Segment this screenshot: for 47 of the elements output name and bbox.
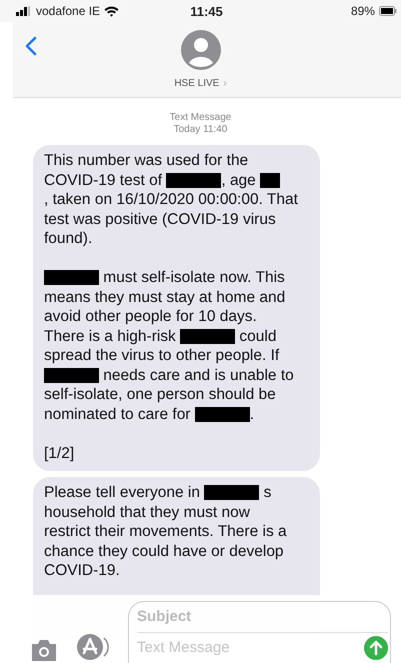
message-text: needs care and is unable to [102,366,294,385]
wifi-icon [104,6,120,16]
message-time: Today 11:40 [174,124,228,136]
message-text: means they must stay at home and [44,288,286,307]
message-field[interactable]: Subject Text Message [128,601,391,663]
contact-name[interactable]: HSE LIVE [174,78,220,89]
message-text: , taken on 16/10/2020 00:00:00. That [44,190,298,210]
message-text: spread the virus to other people. If [44,346,280,366]
redaction-bar [194,406,250,422]
message-text: COVID-19 test of [44,170,164,190]
message-text: This number was used for the [44,151,248,170]
message-text: self-isolate, one person should be [44,385,276,404]
message-text: There is a high-risk [44,326,177,346]
redaction-bar [166,172,222,188]
message-text: could [238,326,276,346]
message-text: [1/2] [44,444,74,463]
message-text: , age [221,170,257,190]
battery-percent: 89% [350,4,375,18]
avatar-icon[interactable] [180,30,220,70]
redaction-bar [260,172,280,188]
battery-icon [378,6,397,16]
message-text: must self-isolate now. This [102,268,285,288]
text-message-field[interactable]: Text Message [137,639,364,656]
signal-icon [16,6,32,16]
carrier-name: vodafone IE [36,4,100,18]
message-text: nominated to care for [44,404,192,424]
camera-icon[interactable] [30,639,58,661]
message-text: restrict their movements. There is a [44,522,287,542]
message-text: COVID-19. [44,561,120,580]
message-text: found). [44,229,92,248]
message-text: household that they must now [44,502,250,522]
message-text: . [250,404,254,424]
redaction-bar [204,485,260,500]
status-time: 11:45 [190,4,223,18]
message-text: Please tell everyone in [44,483,201,502]
message-type-label: Text Message [170,112,232,124]
redaction-bar [44,368,99,383]
message-text: test was positive (COVID-19 virus [44,210,276,229]
message-text: chance they could have or develop [44,542,284,561]
send-icon[interactable] [364,636,388,660]
app-store-icon[interactable] [76,633,110,661]
redaction-bar [180,328,236,344]
subject-field[interactable]: Subject [137,602,388,633]
message-text: avoid other people for 10 days. [44,307,257,326]
redaction-bar [44,270,99,286]
message-text: s [262,483,272,502]
back-icon[interactable] [25,36,37,56]
